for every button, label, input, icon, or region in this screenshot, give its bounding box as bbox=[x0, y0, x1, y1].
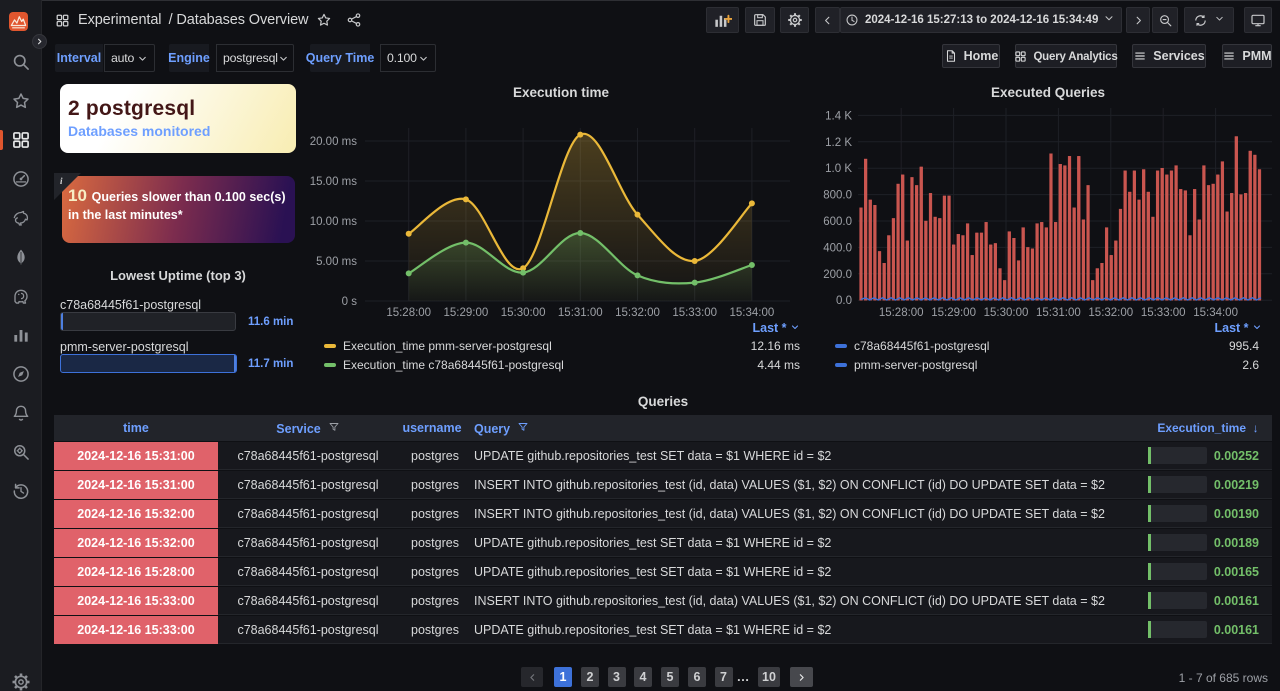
svg-text:15:34:00: 15:34:00 bbox=[1193, 307, 1238, 319]
svg-text:400.0: 400.0 bbox=[823, 242, 852, 254]
svg-text:1.0 K: 1.0 K bbox=[825, 163, 852, 175]
svg-text:15:33:00: 15:33:00 bbox=[1141, 307, 1186, 319]
svg-text:1.2 K: 1.2 K bbox=[825, 137, 852, 149]
svg-text:15:28:00: 15:28:00 bbox=[879, 307, 924, 319]
svg-text:15:29:00: 15:29:00 bbox=[931, 307, 976, 319]
svg-text:600.0: 600.0 bbox=[823, 216, 852, 228]
svg-text:1.4 K: 1.4 K bbox=[825, 110, 852, 122]
svg-text:200.0: 200.0 bbox=[823, 269, 852, 281]
svg-text:15:32:00: 15:32:00 bbox=[1088, 307, 1133, 319]
svg-text:800.0: 800.0 bbox=[823, 190, 852, 202]
svg-text:15:30:00: 15:30:00 bbox=[984, 307, 1029, 319]
svg-text:15:31:00: 15:31:00 bbox=[1036, 307, 1081, 319]
svg-text:0.0: 0.0 bbox=[836, 295, 852, 307]
